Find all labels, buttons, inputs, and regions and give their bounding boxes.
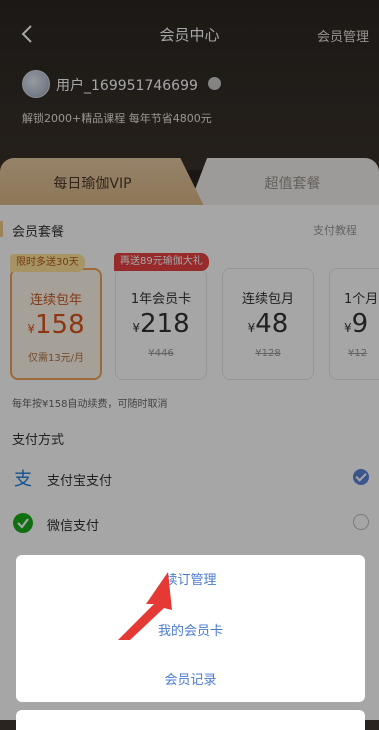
manage-popup-menu: 续订管理 我的会员卡 会员记录: [16, 555, 365, 702]
popup-cancel-edge[interactable]: [16, 710, 365, 730]
menu-item-renewal-manage[interactable]: 续订管理: [16, 569, 365, 588]
menu-item-my-card[interactable]: 我的会员卡: [16, 620, 365, 639]
menu-item-member-records[interactable]: 会员记录: [16, 669, 365, 688]
red-pointer-arrow-icon: [118, 572, 172, 640]
